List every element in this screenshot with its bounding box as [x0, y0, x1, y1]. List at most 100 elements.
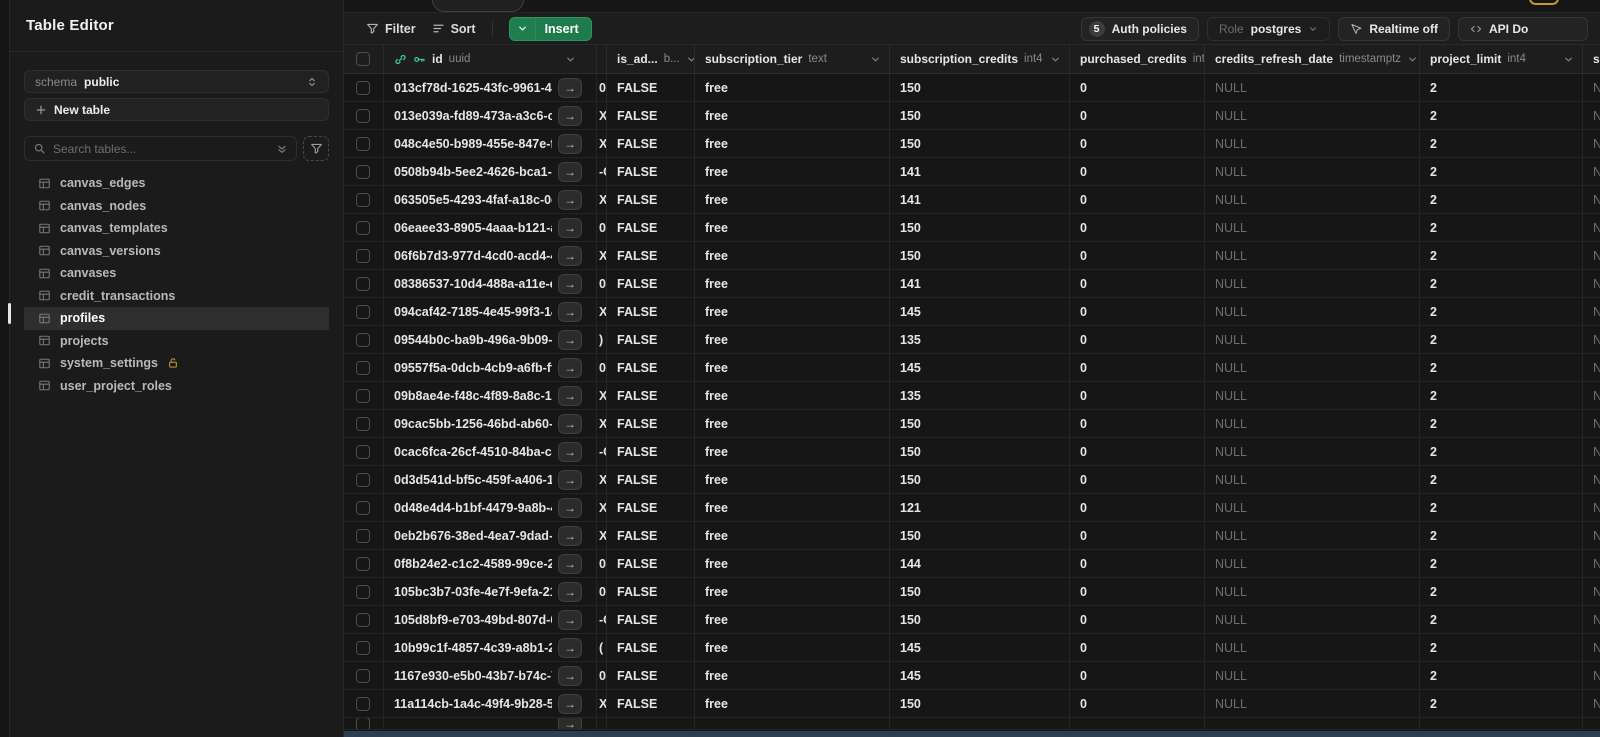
cell-subscription-tier[interactable]: free: [695, 494, 890, 521]
cell-subscription-credits[interactable]: 121: [890, 494, 1070, 521]
cell-subscription-tier[interactable]: free: [695, 130, 890, 157]
cell-subscription-tier[interactable]: free: [695, 522, 890, 549]
sidebar-item-canvas_templates[interactable]: canvas_templates: [24, 217, 329, 240]
cell-credits-refresh-date[interactable]: NULL: [1205, 354, 1420, 381]
column-header-clipped-right[interactable]: su: [1583, 45, 1600, 73]
cell-subscription-tier[interactable]: free: [695, 634, 890, 661]
cell-subscription-credits[interactable]: 145: [890, 662, 1070, 689]
cell-clipped-right[interactable]: NU: [1583, 186, 1600, 213]
cell-clipped-right[interactable]: NU: [1583, 522, 1600, 549]
column-header-project-limit[interactable]: project_limit int4: [1420, 45, 1583, 73]
cell-subscription-credits[interactable]: 150: [890, 438, 1070, 465]
sidebar-item-profiles[interactable]: profiles: [24, 307, 329, 330]
cell-subscription-credits[interactable]: 141: [890, 158, 1070, 185]
cell-clipped-right[interactable]: NU: [1583, 102, 1600, 129]
realtime-toggle-button[interactable]: Realtime off: [1338, 16, 1450, 41]
cell-subscription-credits[interactable]: [890, 718, 1070, 729]
chevron-down-icon[interactable]: [686, 54, 695, 65]
cell-clipped-right[interactable]: NU: [1583, 130, 1600, 157]
cell-is-admin[interactable]: FALSE: [607, 634, 695, 661]
cell-purchased-credits[interactable]: 0: [1070, 186, 1205, 213]
cell-id[interactable]: 0d48e4d4-b1bf-4479-9a8b-4a4b... →: [384, 494, 597, 521]
cell-subscription-tier[interactable]: [695, 718, 890, 729]
insert-button[interactable]: Insert: [508, 16, 592, 41]
cell-credits-refresh-date[interactable]: NULL: [1205, 550, 1420, 577]
cell-purchased-credits[interactable]: 0: [1070, 74, 1205, 101]
cell-clipped[interactable]: -C: [597, 438, 607, 465]
cell-credits-refresh-date[interactable]: NULL: [1205, 102, 1420, 129]
cell-is-admin[interactable]: FALSE: [607, 186, 695, 213]
cell-project-limit[interactable]: 2: [1420, 130, 1583, 157]
cell-clipped[interactable]: X: [597, 522, 607, 549]
cell-subscription-tier[interactable]: free: [695, 102, 890, 129]
cell-is-admin[interactable]: FALSE: [607, 522, 695, 549]
sidebar-item-system_settings[interactable]: system_settings: [24, 352, 329, 375]
cell-credits-refresh-date[interactable]: NULL: [1205, 158, 1420, 185]
cell-id[interactable]: 09b8ae4e-f48c-4f89-8a8c-1629b... →: [384, 382, 597, 409]
row-checkbox[interactable]: [356, 192, 370, 207]
cell-is-admin[interactable]: FALSE: [607, 382, 695, 409]
expand-row-button[interactable]: →: [558, 77, 582, 98]
cell-purchased-credits[interactable]: 0: [1070, 270, 1205, 297]
cell-subscription-tier[interactable]: free: [695, 438, 890, 465]
cell-project-limit[interactable]: 2: [1420, 74, 1583, 101]
expand-row-button[interactable]: →: [558, 245, 582, 266]
filter-button[interactable]: Filter: [358, 18, 424, 40]
sort-button[interactable]: Sort: [424, 18, 484, 40]
chevron-down-icon[interactable]: [565, 54, 576, 65]
row-checkbox[interactable]: [356, 556, 370, 571]
cell-credits-refresh-date[interactable]: NULL: [1205, 466, 1420, 493]
expand-row-button[interactable]: →: [558, 105, 582, 126]
cell-subscription-credits[interactable]: 145: [890, 298, 1070, 325]
cell-subscription-tier[interactable]: free: [695, 74, 890, 101]
expand-row-button[interactable]: →: [558, 665, 582, 686]
cell-clipped[interactable]: 0: [597, 354, 607, 381]
cell-credits-refresh-date[interactable]: NULL: [1205, 634, 1420, 661]
cell-purchased-credits[interactable]: 0: [1070, 690, 1205, 717]
chevron-down-icon[interactable]: [1050, 54, 1061, 65]
cell-id[interactable]: 105d8bf9-e703-49bd-807d-645e... →: [384, 606, 597, 633]
cell-is-admin[interactable]: FALSE: [607, 466, 695, 493]
cell-id[interactable]: 048c4e50-b989-455e-847e-fb2f... →: [384, 130, 597, 157]
cell-project-limit[interactable]: 2: [1420, 522, 1583, 549]
cell-project-limit[interactable]: 2: [1420, 102, 1583, 129]
cell-clipped-right[interactable]: NU: [1583, 634, 1600, 661]
row-checkbox[interactable]: [356, 640, 370, 655]
new-table-button[interactable]: New table: [24, 98, 329, 121]
cell-id[interactable]: 06f6b7d3-977d-4cd0-acd4-4a78... →: [384, 242, 597, 269]
sidebar-item-canvas_nodes[interactable]: canvas_nodes: [24, 195, 329, 218]
cell-id[interactable]: 0f8b24e2-c1c2-4589-99ce-2c52d... →: [384, 550, 597, 577]
api-docs-button[interactable]: API Do: [1458, 16, 1588, 41]
cell-is-admin[interactable]: FALSE: [607, 158, 695, 185]
expand-row-button[interactable]: →: [558, 357, 582, 378]
row-checkbox[interactable]: [356, 388, 370, 403]
cell-project-limit[interactable]: 2: [1420, 634, 1583, 661]
cell-credits-refresh-date[interactable]: NULL: [1205, 74, 1420, 101]
sidebar-item-user_project_roles[interactable]: user_project_roles: [24, 375, 329, 398]
cell-is-admin[interactable]: FALSE: [607, 606, 695, 633]
cell-is-admin[interactable]: FALSE: [607, 242, 695, 269]
expand-row-button[interactable]: →: [558, 329, 582, 350]
expand-row-button[interactable]: →: [558, 553, 582, 574]
cell-id[interactable]: 105bc3b7-03fe-4e7f-9efa-21bb40... →: [384, 578, 597, 605]
cell-id[interactable]: 09544b0c-ba9b-496a-9b09-244... →: [384, 326, 597, 353]
sidebar-item-credit_transactions[interactable]: credit_transactions: [24, 285, 329, 308]
cell-is-admin[interactable]: [607, 718, 695, 729]
cell-purchased-credits[interactable]: 0: [1070, 326, 1205, 353]
cell-credits-refresh-date[interactable]: NULL: [1205, 270, 1420, 297]
cell-clipped-right[interactable]: NU: [1583, 578, 1600, 605]
cell-credits-refresh-date[interactable]: [1205, 718, 1420, 729]
sidebar-item-canvases[interactable]: canvases: [24, 262, 329, 285]
chevron-down-icon[interactable]: [1563, 54, 1574, 65]
sidebar-item-canvas_versions[interactable]: canvas_versions: [24, 240, 329, 263]
cell-id[interactable]: 06eaee33-8905-4aaa-b121-ab552... →: [384, 214, 597, 241]
cell-subscription-tier[interactable]: free: [695, 550, 890, 577]
cell-credits-refresh-date[interactable]: NULL: [1205, 662, 1420, 689]
cell-clipped-right[interactable]: NU: [1583, 158, 1600, 185]
cell-clipped[interactable]: 0: [597, 74, 607, 101]
cell-is-admin[interactable]: FALSE: [607, 298, 695, 325]
cell-clipped[interactable]: ): [597, 326, 607, 353]
cell-subscription-credits[interactable]: 150: [890, 578, 1070, 605]
cell-is-admin[interactable]: FALSE: [607, 550, 695, 577]
row-checkbox[interactable]: [356, 304, 370, 319]
